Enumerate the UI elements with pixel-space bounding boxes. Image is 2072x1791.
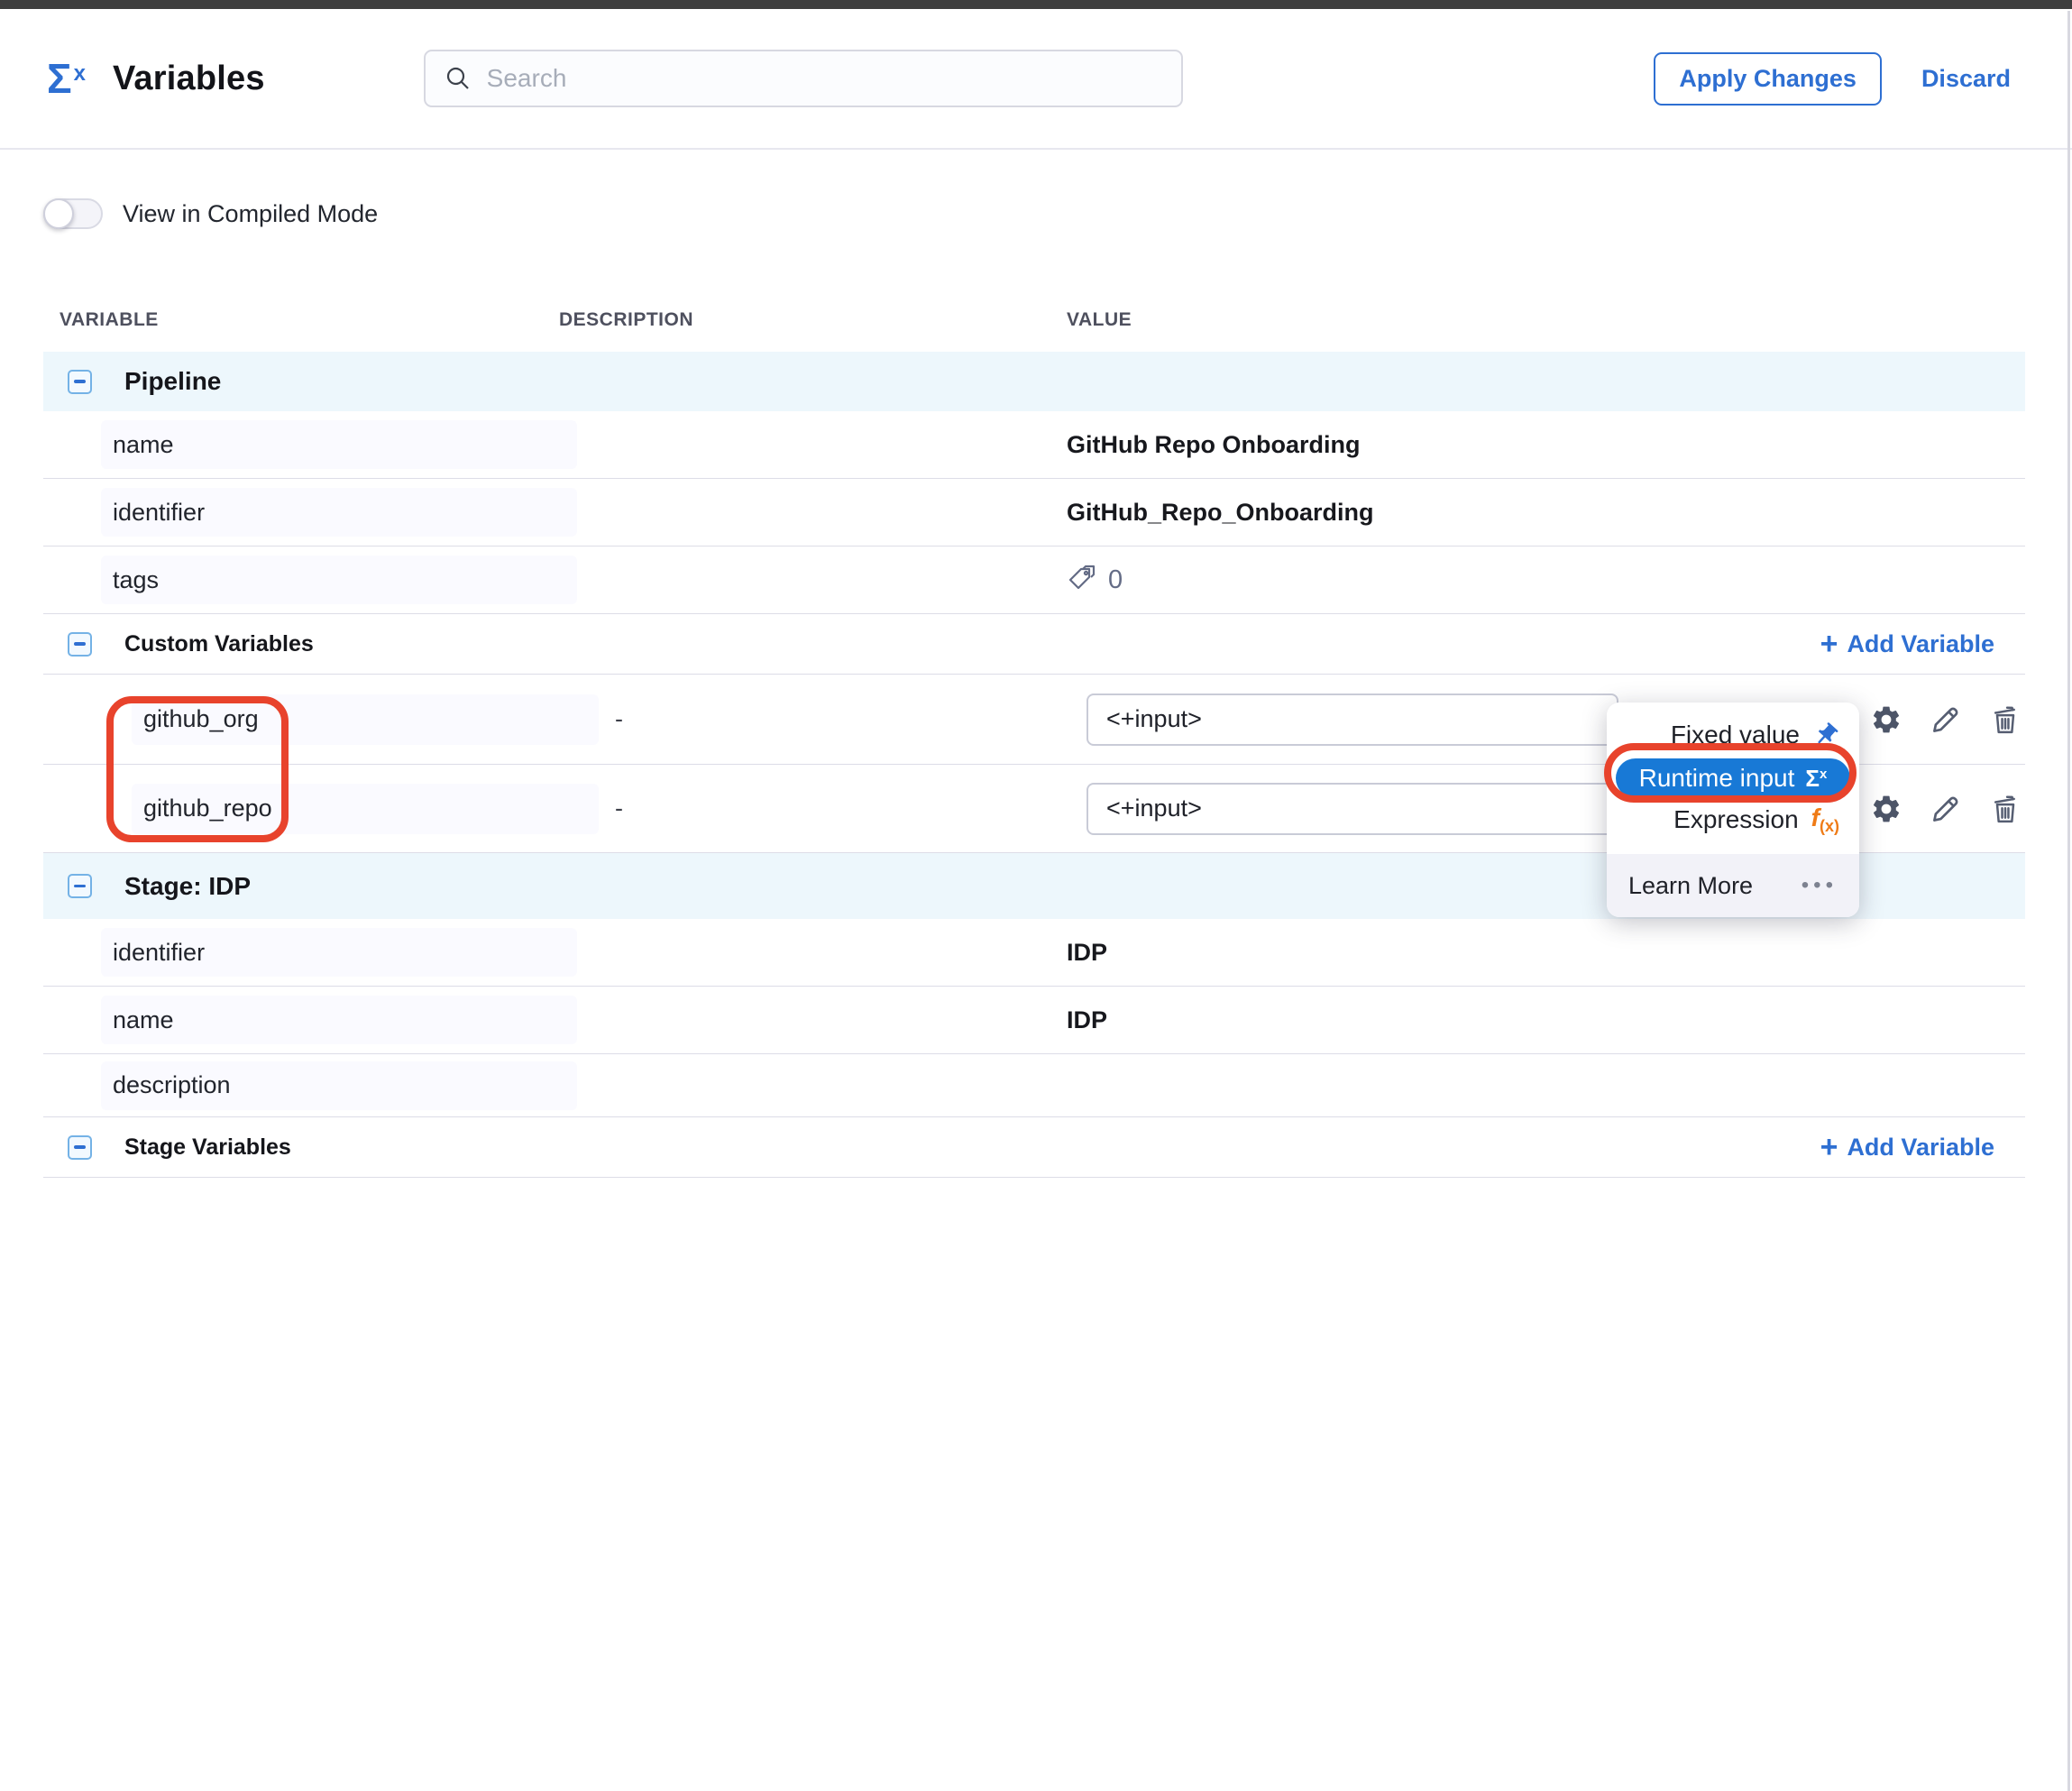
collapse-icon-custom-variables[interactable]	[68, 632, 92, 657]
compiled-mode-toggle[interactable]	[43, 198, 103, 229]
search-input[interactable]	[487, 64, 1118, 93]
fx-icon: f(x)	[1811, 804, 1839, 836]
menu-item-fixed-value[interactable]: Fixed value	[1607, 712, 1859, 758]
edit-pencil-icon[interactable]	[1930, 793, 1962, 825]
delete-trash-icon[interactable]	[1989, 793, 2022, 825]
subsection-stage-variables: Stage Variables + Add Variable	[43, 1117, 2025, 1178]
menu-item-runtime-input[interactable]: Runtime input Σx	[1616, 758, 1850, 798]
tag-icon	[1067, 565, 1099, 595]
discard-button[interactable]: Discard	[1921, 65, 2011, 93]
value-type-menu: Fixed value Runtime input Σx Expression …	[1607, 703, 1859, 917]
subsection-custom-variables: Custom Variables + Add Variable	[43, 614, 2025, 675]
search-box[interactable]	[424, 50, 1183, 107]
runtime-input-field-github-org[interactable]: <+input>	[1086, 693, 1618, 746]
table-row-pipeline-tags: tags 0	[43, 546, 2025, 614]
column-header-description: DESCRIPTION	[559, 309, 1067, 331]
scrollbar[interactable]	[2067, 11, 2070, 1791]
plus-icon: +	[1820, 629, 1838, 659]
header-actions: Apply Changes Discard	[1654, 52, 2025, 106]
field-value-name: GitHub Repo Onboarding	[1067, 431, 2025, 459]
table-column-headers: VARIABLE DESCRIPTION VALUE	[43, 289, 2025, 352]
column-header-variable: VARIABLE	[43, 309, 559, 331]
menu-item-expression[interactable]: Expression f(x)	[1607, 798, 1859, 841]
variables-panel: Σx Variables Apply Changes Discard View …	[0, 0, 2072, 1791]
subsection-title-stage-variables: Stage Variables	[124, 1134, 291, 1161]
table-row-pipeline-identifier: identifier GitHub_Repo_Onboarding	[43, 479, 2025, 546]
add-variable-button-stage[interactable]: + Add Variable	[1820, 1132, 1994, 1162]
value-cell-github-repo: <+input>	[1067, 765, 2025, 852]
collapse-icon-pipeline[interactable]	[68, 370, 92, 394]
sigma-x-icon: Σx	[47, 58, 86, 99]
subsection-title-custom-variables: Custom Variables	[124, 631, 314, 657]
value-type-menu-footer: Learn More •••	[1607, 854, 1859, 917]
delete-trash-icon[interactable]	[1989, 703, 2022, 736]
section-pipeline: Pipeline	[43, 352, 2025, 411]
collapse-icon-stage[interactable]	[68, 874, 92, 898]
field-label-tags: tags	[101, 556, 577, 604]
field-label-stage-description: description	[101, 1061, 577, 1110]
toggle-knob	[43, 198, 74, 229]
tags-count: 0	[1108, 565, 1123, 595]
value-type-menu-items: Fixed value Runtime input Σx Expression …	[1607, 703, 1859, 849]
field-value-tags: 0	[1067, 565, 2025, 595]
field-value-identifier: GitHub_Repo_Onboarding	[1067, 499, 2025, 527]
table-row-stage-name: name IDP	[43, 987, 2025, 1054]
runtime-input-field-github-repo[interactable]: <+input>	[1086, 783, 1618, 835]
compiled-mode-label: View in Compiled Mode	[123, 200, 378, 228]
compiled-mode-row: View in Compiled Mode	[43, 198, 378, 229]
field-label-stage-name: name	[101, 996, 577, 1044]
collapse-icon-stage-variables[interactable]	[68, 1135, 92, 1160]
value-cell-github-org: <+input>	[1067, 675, 2025, 764]
settings-gear-icon[interactable]	[1870, 793, 1902, 825]
field-label-name: name	[101, 420, 577, 469]
variable-description-github-org: -	[559, 705, 1067, 733]
edit-pencil-icon[interactable]	[1930, 703, 1962, 736]
settings-gear-icon[interactable]	[1870, 703, 1902, 736]
section-title-stage: Stage: IDP	[124, 872, 251, 901]
field-label-stage-identifier: identifier	[101, 928, 577, 977]
column-header-value: VALUE	[1067, 309, 2025, 331]
learn-more-link[interactable]: Learn More	[1628, 872, 1753, 900]
row-actions-github-org	[1870, 703, 2022, 736]
field-label-identifier: identifier	[101, 488, 577, 537]
plus-icon: +	[1820, 1132, 1838, 1162]
window-top-edge	[0, 0, 2072, 9]
table-row-pipeline-name: name GitHub Repo Onboarding	[43, 411, 2025, 479]
header: Σx Variables Apply Changes Discard	[0, 9, 2072, 150]
page-title: Variables	[113, 60, 265, 98]
sigma-x-icon: Σx	[1805, 767, 1827, 790]
field-value-stage-name: IDP	[1067, 1006, 2025, 1034]
search-icon	[444, 64, 472, 93]
variable-description-github-repo: -	[559, 794, 1067, 822]
table-row-stage-identifier: identifier IDP	[43, 919, 2025, 987]
pin-icon	[1812, 721, 1839, 749]
row-actions-github-repo	[1870, 793, 2022, 825]
variable-name-github-repo: github_repo	[132, 784, 599, 834]
ellipsis-icon[interactable]: •••	[1802, 873, 1838, 898]
apply-changes-button[interactable]: Apply Changes	[1654, 52, 1882, 106]
section-title-pipeline: Pipeline	[124, 367, 221, 396]
field-value-stage-identifier: IDP	[1067, 939, 2025, 967]
add-variable-button-custom[interactable]: + Add Variable	[1820, 629, 1994, 659]
variable-name-github-org: github_org	[132, 694, 599, 745]
table-row-stage-description: description	[43, 1054, 2025, 1117]
